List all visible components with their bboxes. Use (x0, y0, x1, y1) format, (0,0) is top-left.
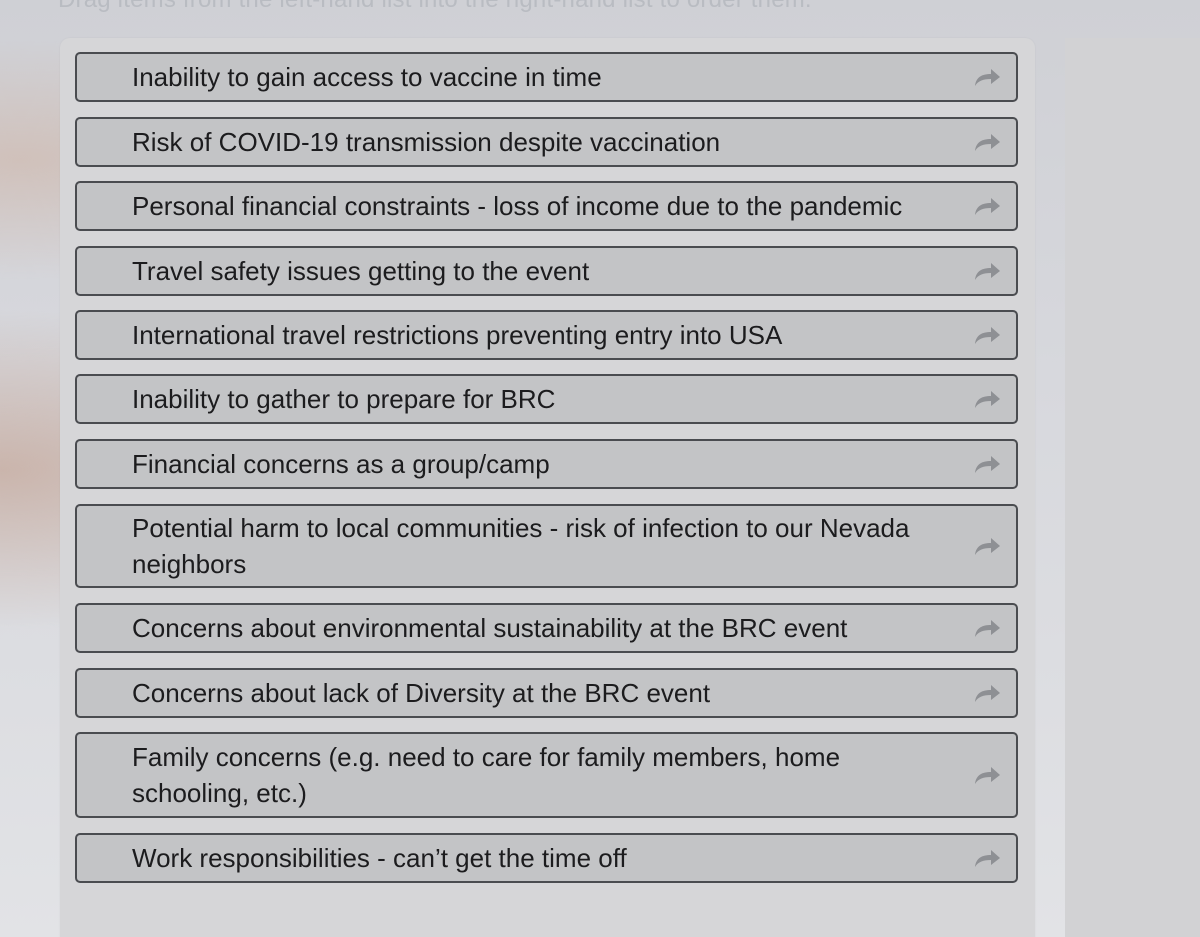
forward-arrow-icon[interactable] (972, 260, 1002, 282)
rank-item[interactable]: Concerns about environmental sustainabil… (75, 603, 1018, 653)
forward-arrow-icon[interactable] (972, 764, 1002, 786)
rank-item[interactable]: Potential harm to local communities - ri… (75, 504, 1018, 588)
rank-item[interactable]: Inability to gain access to vaccine in t… (75, 52, 1018, 102)
rank-item-label: Travel safety issues getting to the even… (132, 256, 590, 286)
rank-item-label: Work responsibilities - can’t get the ti… (132, 843, 627, 873)
rank-item-label: Concerns about lack of Diversity at the … (132, 678, 711, 708)
target-list-panel[interactable] (1065, 38, 1200, 937)
rank-item-label: Potential harm to local communities - ri… (132, 513, 910, 579)
rank-item[interactable]: Family concerns (e.g. need to care for f… (75, 732, 1018, 818)
rank-item[interactable]: Concerns about lack of Diversity at the … (75, 668, 1018, 718)
forward-arrow-icon[interactable] (972, 131, 1002, 153)
rank-item[interactable]: Travel safety issues getting to the even… (75, 246, 1018, 296)
instruction-text: Drag items from the left-hand list into … (58, 0, 812, 14)
rank-item[interactable]: Financial concerns as a group/camp (75, 439, 1018, 489)
rank-item-label: Financial concerns as a group/camp (132, 449, 550, 479)
rank-item-label: Family concerns (e.g. need to care for f… (132, 742, 841, 808)
forward-arrow-icon[interactable] (972, 847, 1002, 869)
rank-item[interactable]: Inability to gather to prepare for BRC (75, 374, 1018, 424)
rank-item-label: Inability to gather to prepare for BRC (132, 384, 556, 414)
rank-item-label: Risk of COVID-19 transmission despite va… (132, 127, 721, 157)
rank-item-label: Inability to gain access to vaccine in t… (132, 62, 602, 92)
forward-arrow-icon[interactable] (972, 388, 1002, 410)
forward-arrow-icon[interactable] (972, 617, 1002, 639)
rank-item[interactable]: International travel restrictions preven… (75, 310, 1018, 360)
forward-arrow-icon[interactable] (972, 682, 1002, 704)
forward-arrow-icon[interactable] (972, 535, 1002, 557)
forward-arrow-icon[interactable] (972, 66, 1002, 88)
forward-arrow-icon[interactable] (972, 195, 1002, 217)
forward-arrow-icon[interactable] (972, 453, 1002, 475)
rank-item[interactable]: Personal financial constraints - loss of… (75, 181, 1018, 231)
rank-item-label: International travel restrictions preven… (132, 320, 783, 350)
rank-item-label: Concerns about environmental sustainabil… (132, 613, 848, 643)
forward-arrow-icon[interactable] (972, 324, 1002, 346)
rank-item[interactable]: Risk of COVID-19 transmission despite va… (75, 117, 1018, 167)
rank-item[interactable]: Work responsibilities - can’t get the ti… (75, 833, 1018, 883)
rank-item-label: Personal financial constraints - loss of… (132, 191, 903, 221)
